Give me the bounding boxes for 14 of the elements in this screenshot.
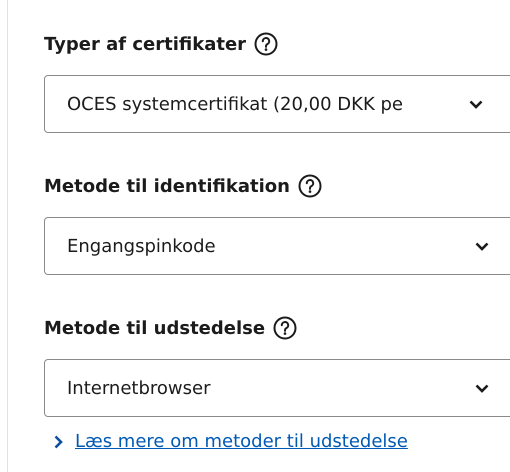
- chevron-down-icon: [469, 100, 483, 108]
- dropdown-select[interactable]: OCES systemcertifikat (20,00 DKK pe: [44, 75, 510, 133]
- dropdown-select[interactable]: Internetbrowser: [44, 359, 510, 417]
- dropdown-select[interactable]: Engangspinkode: [44, 217, 510, 275]
- field-label: Metode til udstedelse: [44, 318, 266, 338]
- chevron-down-icon: [475, 242, 489, 250]
- help-icon[interactable]: [273, 316, 298, 340]
- read-more-link[interactable]: Læs mere om metoder til udstedelse: [75, 431, 408, 452]
- field-label: Metode til identifikation: [44, 176, 290, 196]
- field-label: Typer af certifikater: [44, 34, 246, 54]
- chevron-down-icon: [475, 384, 489, 392]
- chevron-right-icon: [54, 434, 63, 448]
- help-icon[interactable]: [298, 174, 322, 198]
- help-icon[interactable]: [254, 32, 278, 56]
